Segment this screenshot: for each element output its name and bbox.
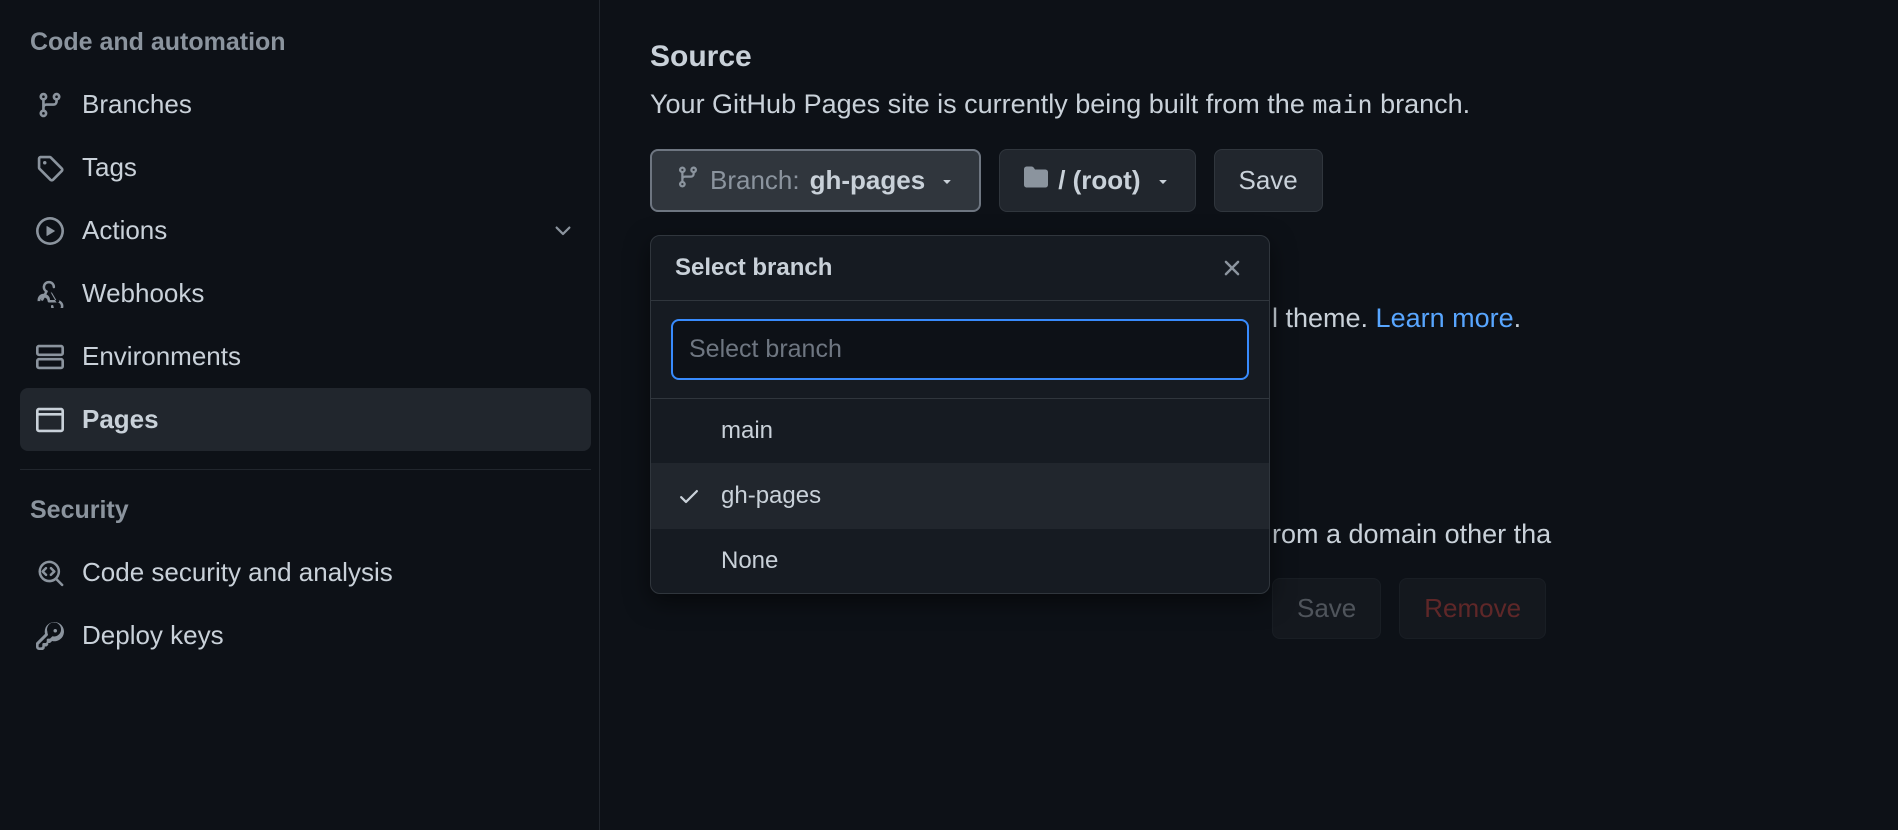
sidebar-item-environments[interactable]: Environments — [20, 325, 591, 388]
sidebar-item-label: Deploy keys — [82, 620, 224, 651]
sidebar-item-label: Branches — [82, 89, 192, 120]
sidebar-item-webhooks[interactable]: Webhooks — [20, 262, 591, 325]
dropdown-item-label: gh-pages — [721, 482, 821, 510]
chevron-down-icon — [551, 219, 575, 243]
sidebar-item-label: Code security and analysis — [82, 557, 393, 588]
branch-button-value: gh-pages — [810, 165, 926, 196]
sidebar-item-actions[interactable]: Actions — [20, 199, 591, 262]
remove-button-bg[interactable]: Remove — [1399, 578, 1546, 639]
key-icon — [36, 622, 64, 650]
sidebar-item-label: Actions — [82, 215, 167, 246]
source-desc-branch: main — [1312, 90, 1372, 119]
source-heading: Source — [650, 40, 1898, 74]
dropdown-item-none[interactable]: None — [651, 529, 1269, 593]
save-button-bg-label: Save — [1297, 593, 1356, 624]
dropdown-item-label: None — [721, 547, 778, 575]
server-icon — [36, 343, 64, 371]
learn-more-link[interactable]: Learn more — [1376, 303, 1514, 333]
folder-button-value: / (root) — [1058, 165, 1140, 196]
sidebar-item-label: Webhooks — [82, 278, 204, 309]
dropdown-list: main gh-pages None — [651, 399, 1269, 593]
source-description: Your GitHub Pages site is currently bein… — [650, 84, 1898, 125]
sidebar-item-branches[interactable]: Branches — [20, 73, 591, 136]
branch-button-prefix: Branch: — [710, 165, 800, 196]
partial-button-row: Save Remove — [1272, 578, 1546, 639]
partial-text-domain: rom a domain other tha — [1272, 514, 1551, 555]
dropdown-header: Select branch — [651, 236, 1269, 301]
sidebar-item-label: Tags — [82, 152, 137, 183]
sidebar-item-tags[interactable]: Tags — [20, 136, 591, 199]
webhook-icon — [36, 280, 64, 308]
sidebar-item-label: Pages — [82, 404, 159, 435]
branch-selector-button[interactable]: Branch: gh-pages — [650, 149, 981, 212]
remove-button-bg-label: Remove — [1424, 593, 1521, 624]
sidebar-divider — [20, 469, 591, 470]
dropdown-item-main[interactable]: main — [651, 399, 1269, 464]
folder-icon — [1024, 165, 1048, 196]
branch-icon — [36, 91, 64, 119]
check-icon — [675, 484, 703, 508]
sidebar-item-code-security[interactable]: Code security and analysis — [20, 541, 591, 604]
dropdown-title: Select branch — [675, 254, 832, 282]
dropdown-item-label: main — [721, 417, 773, 445]
source-desc-suffix: branch. — [1373, 89, 1471, 119]
partial-text-theme: l theme. Learn more. — [1272, 298, 1521, 339]
branch-selector-dropdown: Select branch main gh-pages None — [650, 235, 1270, 594]
sidebar-section-code: Code and automation — [20, 20, 591, 73]
close-icon — [1219, 255, 1245, 281]
caret-down-icon — [939, 165, 955, 196]
save-button[interactable]: Save — [1214, 149, 1323, 212]
branch-icon — [676, 165, 700, 196]
sidebar-item-deploy-keys[interactable]: Deploy keys — [20, 604, 591, 667]
caret-down-icon — [1155, 165, 1171, 196]
dropdown-item-gh-pages[interactable]: gh-pages — [651, 464, 1269, 529]
save-button-bg[interactable]: Save — [1272, 578, 1381, 639]
source-desc-prefix: Your GitHub Pages site is currently bein… — [650, 89, 1312, 119]
sidebar-section-security: Security — [20, 488, 591, 541]
source-button-row: Branch: gh-pages / (root) Save — [650, 149, 1898, 212]
browser-icon — [36, 406, 64, 434]
play-icon — [36, 217, 64, 245]
main-content: Source Your GitHub Pages site is current… — [600, 0, 1898, 830]
tag-icon — [36, 154, 64, 182]
branch-search-input[interactable] — [671, 319, 1249, 380]
bg-text-fragment: l theme. — [1272, 303, 1376, 333]
save-button-label: Save — [1239, 165, 1298, 196]
folder-selector-button[interactable]: / (root) — [999, 149, 1195, 212]
codescan-icon — [36, 559, 64, 587]
sidebar-item-pages[interactable]: Pages — [20, 388, 591, 451]
close-button[interactable] — [1219, 255, 1245, 281]
settings-sidebar: Code and automation Branches Tags Action… — [0, 0, 600, 830]
sidebar-item-label: Environments — [82, 341, 241, 372]
dropdown-search-wrapper — [651, 301, 1269, 399]
